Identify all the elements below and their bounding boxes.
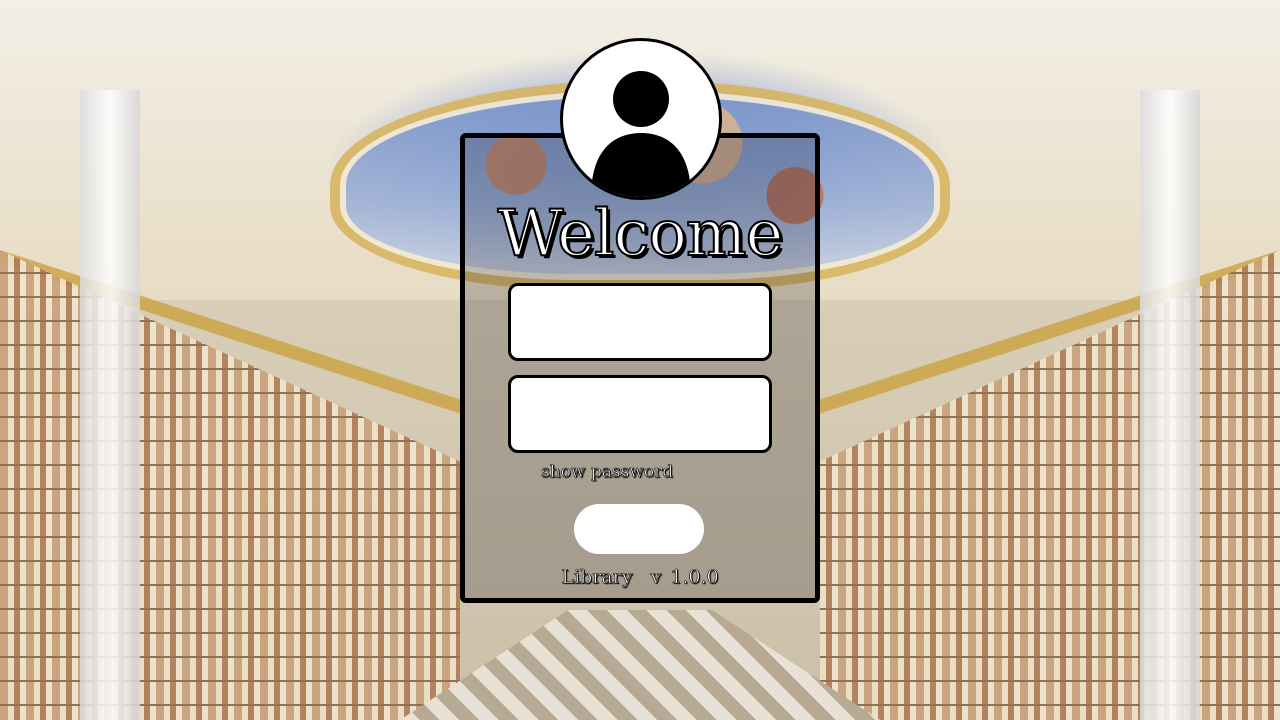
show-password-toggle[interactable]: show password <box>541 462 674 483</box>
password-input[interactable] <box>508 375 772 453</box>
username-input[interactable] <box>508 283 772 361</box>
background-bookshelves-right <box>820 250 1280 720</box>
background-pillar-left <box>80 90 140 720</box>
login-screen: Welcome show password Library v 1.0.0 <box>0 0 1280 720</box>
login-button[interactable] <box>574 504 704 554</box>
background-pillar-right <box>1140 90 1200 720</box>
user-avatar-icon <box>560 38 722 200</box>
version-label: Library v 1.0.0 <box>561 566 719 589</box>
welcome-heading: Welcome <box>497 196 785 272</box>
background-floor <box>400 610 880 720</box>
background-bookshelves-left <box>0 250 460 720</box>
